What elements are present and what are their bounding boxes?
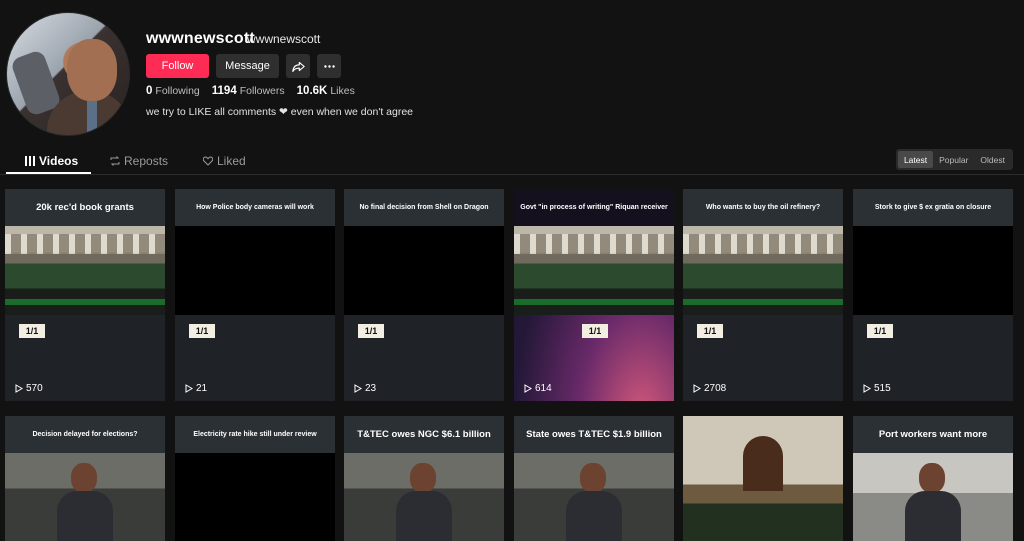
video-thumbnail [344,453,504,541]
view-count: 614 [524,383,552,394]
video-card[interactable] [683,416,843,541]
video-card[interactable]: Electricity rate hike still under review [175,416,335,541]
video-thumbnail [175,226,335,315]
video-card[interactable]: Who wants to buy the oil refinery? 1/1 2… [683,189,843,401]
tab-reposts[interactable]: Reposts [110,154,168,168]
video-card[interactable]: Govt "in process of writing" Riquan rece… [514,189,674,401]
play-icon [524,384,532,393]
profile-avatar[interactable] [6,12,130,136]
video-thumbnail [683,226,843,315]
play-icon [354,384,362,393]
video-title-bar: How Police body cameras will work [175,189,335,226]
share-icon [291,61,305,72]
video-thumbnail [175,453,335,541]
play-icon [185,384,193,393]
video-card[interactable]: Decision delayed for elections? [5,416,165,541]
follow-button[interactable]: Follow [146,54,209,78]
more-dots-icon [323,64,335,68]
slide-count-badge: 1/1 [582,324,608,338]
view-count: 570 [15,383,43,394]
play-icon [693,384,701,393]
profile-nickname: wwwnewscott [247,32,321,46]
tab-videos[interactable]: Videos [25,154,78,168]
profile-stats: 0 Following 1194 Followers 10.6K Likes [146,85,355,97]
video-thumbnail [853,453,1013,541]
video-card[interactable]: No final decision from Shell on Dragon 1… [344,189,504,401]
active-tab-indicator [6,172,91,174]
video-thumbnail [514,453,674,541]
video-card[interactable]: Port workers want more [853,416,1013,541]
video-card[interactable]: 20k rec'd book grants 1/1 570 [5,189,165,401]
profile-username: wwwnewscott [146,30,255,47]
message-button[interactable]: Message [216,54,279,78]
grid-icon [25,156,35,166]
share-button[interactable] [286,54,310,78]
video-card[interactable]: Stork to give $ ex gratia on closure 1/1… [853,189,1013,401]
video-title-bar: Stork to give $ ex gratia on closure [853,189,1013,226]
video-title-bar: Electricity rate hike still under review [175,416,335,453]
video-thumbnail [5,453,165,541]
play-icon [863,384,871,393]
sort-popular[interactable]: Popular [933,151,974,168]
video-card[interactable]: State owes T&TEC $1.9 billion [514,416,674,541]
likes-stat: 10.6K Likes [296,85,355,97]
repost-icon [110,156,120,166]
video-title-bar: No final decision from Shell on Dragon [344,189,504,226]
video-thumbnail [344,226,504,315]
video-thumbnail [683,416,843,541]
play-icon [15,384,23,393]
tab-liked[interactable]: Liked [203,154,246,168]
slide-count-badge: 1/1 [867,324,893,338]
view-count: 21 [185,383,207,394]
more-options-button[interactable] [317,54,341,78]
heart-outline-icon [203,156,213,166]
video-title-bar: T&TEC owes NGC $6.1 billion [344,416,504,453]
profile-bio: we try to LIKE all comments ❤ even when … [146,106,414,118]
sort-toggle: Latest Popular Oldest [895,149,1013,170]
view-count: 2708 [693,383,726,394]
slide-count-badge: 1/1 [19,324,45,338]
profile-tabs: Videos Reposts Liked [0,148,1024,175]
slide-count-badge: 1/1 [358,324,384,338]
video-thumbnail [514,226,674,315]
sort-oldest[interactable]: Oldest [974,151,1011,168]
view-count: 23 [354,383,376,394]
video-title-bar: Govt "in process of writing" Riquan rece… [514,189,674,226]
slide-count-badge: 1/1 [697,324,723,338]
slide-count-badge: 1/1 [189,324,215,338]
video-title-bar: Decision delayed for elections? [5,416,165,453]
video-title-bar: State owes T&TEC $1.9 billion [514,416,674,453]
video-title-bar: Who wants to buy the oil refinery? [683,189,843,226]
avatar-tie [87,101,97,135]
followers-stat[interactable]: 1194 Followers [212,85,285,97]
sort-latest[interactable]: Latest [897,151,934,168]
video-thumbnail [853,226,1013,315]
following-stat[interactable]: 0 Following [146,85,200,97]
avatar-face [67,39,117,101]
video-card[interactable]: T&TEC owes NGC $6.1 billion [344,416,504,541]
view-count: 515 [863,383,891,394]
video-title-bar: 20k rec'd book grants [5,189,165,226]
video-title-bar: Port workers want more [853,416,1013,453]
video-thumbnail [5,226,165,315]
video-card[interactable]: How Police body cameras will work 1/1 21 [175,189,335,401]
